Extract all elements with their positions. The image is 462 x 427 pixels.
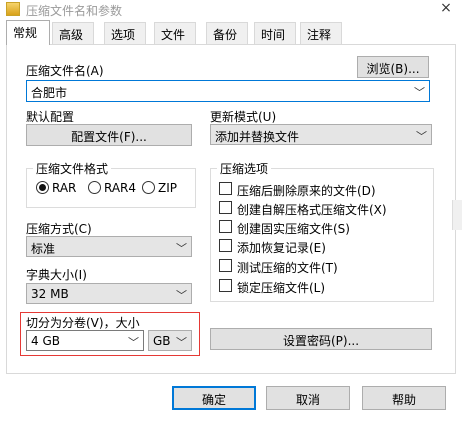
dictionary-label: 字典大小(I) <box>26 268 87 282</box>
profiles-button[interactable]: 配置文件(F)... <box>26 124 192 146</box>
window-title: 压缩文件名和参数 <box>26 4 123 18</box>
split-unit-select[interactable]: GB ﹀ <box>148 330 192 351</box>
sfx-checkbox[interactable] <box>219 201 232 214</box>
archive-name-combo[interactable]: 合肥市 ﹀ <box>26 80 430 102</box>
tab-files[interactable]: 文件 <box>154 22 196 44</box>
format-rar4-radio[interactable] <box>88 181 101 194</box>
format-rar-radio[interactable] <box>36 181 49 194</box>
scrollbar[interactable] <box>452 200 462 230</box>
method-value: 标准 <box>31 242 56 256</box>
chevron-down-icon[interactable]: ﹀ <box>176 240 187 256</box>
chevron-down-icon[interactable]: ﹀ <box>176 287 187 303</box>
update-mode-value: 添加并替换文件 <box>215 130 300 144</box>
archive-options-title: 压缩选项 <box>217 160 272 177</box>
tab-advanced[interactable]: 高级 <box>52 22 94 44</box>
set-password-button[interactable]: 设置密码(P)... <box>210 328 432 350</box>
chevron-down-icon[interactable]: ﹀ <box>176 334 187 350</box>
winrar-icon <box>6 2 20 16</box>
profiles-label: 默认配置 <box>26 110 75 124</box>
tab-time[interactable]: 时间 <box>254 22 296 44</box>
title-bar: 压缩文件名和参数 × <box>0 0 462 20</box>
lock-archive-label: 锁定压缩文件(L) <box>237 281 326 295</box>
chevron-down-icon[interactable]: ﹀ <box>416 128 427 144</box>
solid-checkbox[interactable] <box>219 220 232 233</box>
method-select[interactable]: 标准 ﹀ <box>26 236 192 257</box>
update-mode-label: 更新模式(U) <box>210 110 277 124</box>
delete-after-label: 压缩后删除原来的文件(D) <box>237 184 376 198</box>
format-rar4-label: RAR4 <box>104 181 137 195</box>
archive-name-label: 压缩文件名(A) <box>26 64 104 78</box>
close-icon[interactable]: × <box>436 0 456 16</box>
method-label: 压缩方式(C) <box>26 222 92 236</box>
tab-options[interactable]: 选项 <box>104 22 146 44</box>
solid-label: 创建固实压缩文件(S) <box>237 222 350 236</box>
dictionary-value: 32 MB <box>31 287 69 301</box>
cancel-button[interactable]: 取消 <box>266 386 350 410</box>
tab-backup[interactable]: 备份 <box>206 22 248 44</box>
split-size-value: 4 GB <box>31 334 60 348</box>
split-size-combo[interactable]: 4 GB ﹀ <box>26 330 144 351</box>
test-files-label: 测试压缩的文件(T) <box>237 261 338 275</box>
split-label: 切分为分卷(V)，大小 <box>26 316 140 330</box>
tab-general[interactable]: 常规 <box>6 20 50 45</box>
archive-name-value: 合肥市 <box>31 86 68 100</box>
format-rar-label: RAR <box>52 181 77 195</box>
recovery-record-checkbox[interactable] <box>219 239 232 252</box>
lock-archive-checkbox[interactable] <box>219 279 232 292</box>
sfx-label: 创建自解压格式压缩文件(X) <box>237 203 387 217</box>
delete-after-checkbox[interactable] <box>219 182 232 195</box>
format-zip-radio[interactable] <box>142 181 155 194</box>
update-mode-select[interactable]: 添加并替换文件 ﹀ <box>210 124 432 145</box>
tab-comment[interactable]: 注释 <box>300 22 342 44</box>
test-files-checkbox[interactable] <box>219 259 232 272</box>
tab-strip: 常规 高级 选项 文件 备份 时间 注释 <box>6 20 456 45</box>
chevron-down-icon[interactable]: ﹀ <box>128 334 139 350</box>
format-group-title: 压缩文件格式 <box>33 160 112 177</box>
recovery-record-label: 添加恢复记录(E) <box>237 241 326 255</box>
browse-button[interactable]: 浏览(B)... <box>357 56 429 78</box>
ok-button[interactable]: 确定 <box>172 386 256 410</box>
format-zip-label: ZIP <box>158 181 177 195</box>
dictionary-select[interactable]: 32 MB ﹀ <box>26 283 192 304</box>
help-button[interactable]: 帮助 <box>362 386 446 410</box>
split-unit-value: GB <box>153 334 171 348</box>
chevron-down-icon[interactable]: ﹀ <box>414 84 425 100</box>
